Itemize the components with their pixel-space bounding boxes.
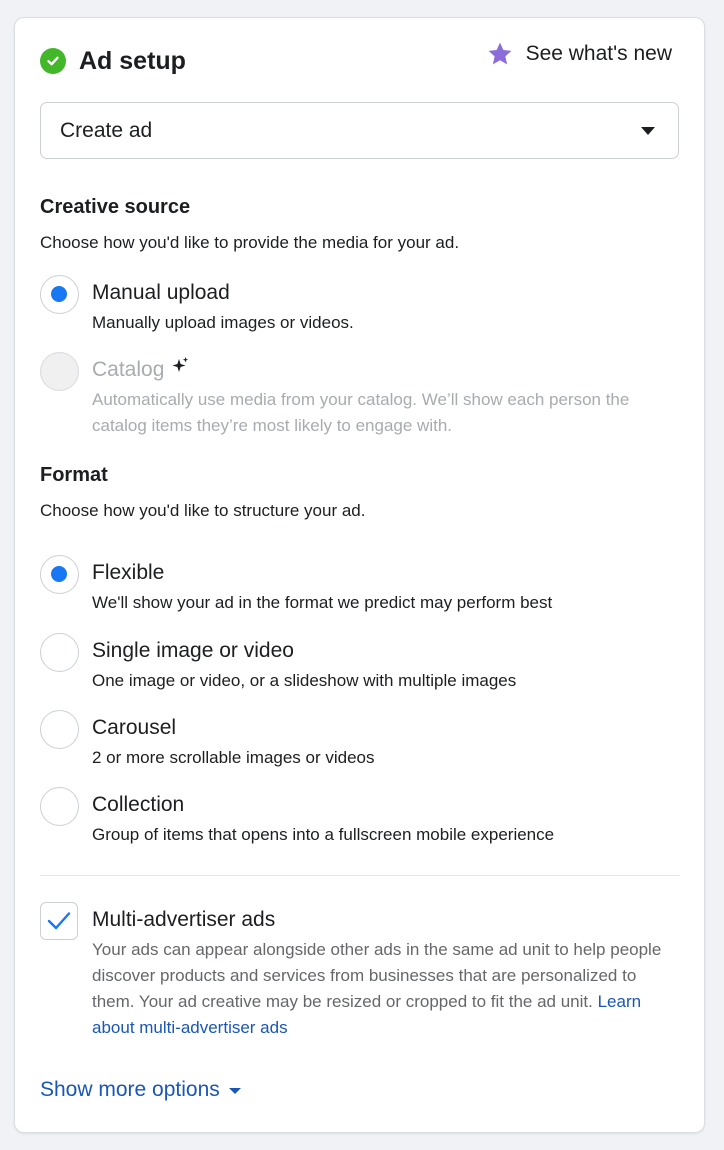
star-icon <box>488 42 511 65</box>
option-description: 2 or more scrollable images or videos <box>92 748 375 767</box>
option-collection[interactable]: Collection Group of items that opens int… <box>40 787 680 847</box>
multi-advertiser-option[interactable]: Multi-advertiser ads Your ads can appear… <box>40 902 680 1052</box>
checkmark-icon <box>47 912 71 930</box>
option-description: One image or video, or a slideshow with … <box>92 671 517 690</box>
show-more-options-button[interactable]: Show more options <box>40 1076 241 1104</box>
radio-carousel[interactable] <box>40 710 79 749</box>
option-description: Your ads can appear alongside other ads … <box>92 937 682 1041</box>
creative-source-description: Choose how you'd like to provide the med… <box>40 233 460 252</box>
show-more-label: Show more options <box>40 1078 220 1101</box>
multi-advertiser-checkbox[interactable] <box>40 902 78 940</box>
multi-advertiser-text: Your ads can appear alongside other ads … <box>92 940 662 1011</box>
option-label: Carousel <box>92 716 177 739</box>
option-label: Catalog <box>92 358 165 381</box>
option-description: Manually upload images or videos. <box>92 313 354 332</box>
option-flexible[interactable]: Flexible We'll show your ad in the forma… <box>40 555 680 615</box>
radio-manual-upload[interactable] <box>40 275 79 314</box>
option-catalog[interactable]: Catalog Automatically use media from you… <box>40 352 680 442</box>
sparkle-icon <box>172 357 189 372</box>
option-label-row: Catalog <box>92 356 190 384</box>
whats-new-label: See what's new <box>525 42 672 65</box>
option-description: Group of items that opens into a fullscr… <box>92 825 555 844</box>
format-description: Choose how you'd like to structure your … <box>40 501 366 520</box>
see-whats-new-button[interactable]: See what's new <box>486 40 672 68</box>
ad-type-dropdown[interactable]: Create ad <box>40 102 679 159</box>
option-single-image-or-video[interactable]: Single image or video One image or video… <box>40 633 680 693</box>
format-title: Format <box>40 464 108 486</box>
radio-catalog[interactable] <box>40 352 79 391</box>
option-label: Collection <box>92 793 185 816</box>
option-manual-upload[interactable]: Manual upload Manually upload images or … <box>40 275 680 335</box>
radio-flexible[interactable] <box>40 555 79 594</box>
option-label: Single image or video <box>92 639 294 662</box>
radio-collection[interactable] <box>40 787 79 826</box>
caret-down-icon <box>228 1088 241 1094</box>
option-carousel[interactable]: Carousel 2 or more scrollable images or … <box>40 710 680 770</box>
option-label: Manual upload <box>92 281 230 304</box>
option-label: Multi-advertiser ads <box>92 908 276 931</box>
ad-setup-card: Ad setup See what's new Create ad Creati… <box>14 17 705 1133</box>
dropdown-value: Create ad <box>60 119 153 142</box>
caret-down-icon <box>641 127 655 135</box>
option-description: Automatically use media from your catalo… <box>92 390 630 435</box>
option-label: Flexible <box>92 561 165 584</box>
check-circle-icon <box>40 48 66 74</box>
radio-single-image-or-video[interactable] <box>40 633 79 672</box>
divider <box>40 875 680 876</box>
creative-source-title: Creative source <box>40 196 191 218</box>
card-header: Ad setup See what's new <box>40 42 672 78</box>
option-description: We'll show your ad in the format we pred… <box>92 593 553 612</box>
section-heading: Ad setup <box>79 47 186 75</box>
